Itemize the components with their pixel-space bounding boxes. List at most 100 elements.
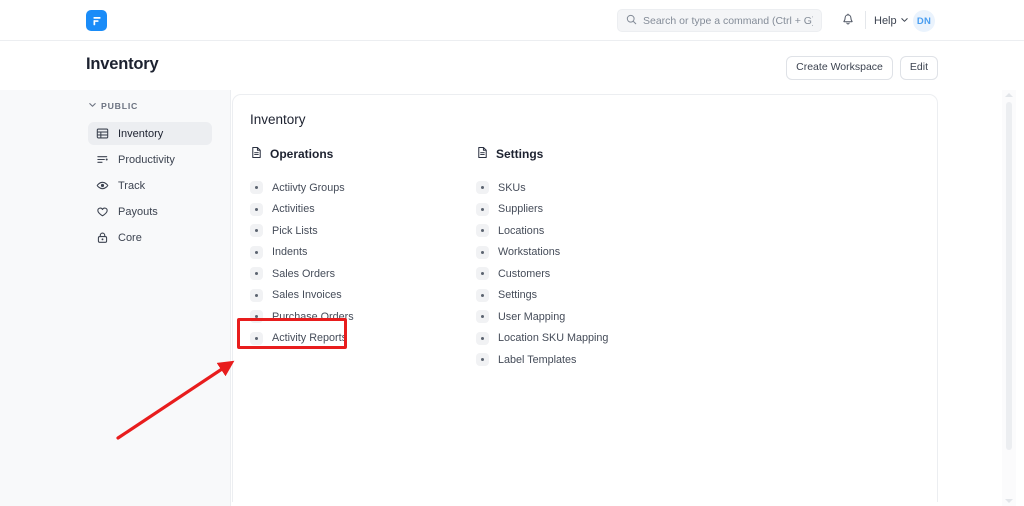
list-item[interactable]: Purchase Orders [250,306,450,328]
list-item-label: Workstations [498,246,561,259]
list-item[interactable]: Indents [250,242,450,264]
sidebar-item-core[interactable]: Core [88,226,212,249]
operations-column: Operations Actiivty Groups Activities Pi… [250,146,450,349]
chevron-down-icon [900,15,909,27]
column-heading-label: Operations [270,147,334,161]
chevron-down-icon [88,100,97,111]
sidebar-item-label: Inventory [118,127,164,140]
bullet-icon [476,267,489,281]
list-item-label: Sales Invoices [272,289,342,302]
list-item[interactable]: Actiivty Groups [250,177,450,199]
bullet-icon [250,267,263,281]
list-item-label: Purchase Orders [272,310,354,323]
sidebar-item-track[interactable]: Track [88,174,212,197]
list-item[interactable]: Label Templates [476,349,676,371]
operations-heading: Operations [250,146,450,162]
topbar-divider [865,11,866,29]
search-icon [626,12,637,30]
column-heading-label: Settings [496,147,544,161]
lock-icon [96,231,109,244]
bullet-icon [476,288,489,302]
page-header: Inventory Create Workspace Edit [0,41,1024,90]
page-header-actions: Create Workspace Edit [786,56,938,80]
list-item[interactable]: Suppliers [476,199,676,221]
sidebar-item-label: Core [118,231,142,244]
filter-lines-icon [96,153,109,166]
app-logo-icon[interactable] [86,10,107,31]
document-icon [250,146,263,162]
sidebar-item-label: Track [118,179,146,192]
list-item[interactable]: Activities [250,199,450,221]
list-item-label: Activities [272,203,315,216]
sidebar-item-inventory[interactable]: Inventory [88,122,212,145]
list-item[interactable]: Workstations [476,242,676,264]
bullet-icon [476,181,489,195]
settings-column: Settings SKUs Suppliers Locations Workst… [476,146,676,371]
bullet-icon [250,288,263,302]
list-item-label: Sales Orders [272,267,336,280]
list-item-activity-reports[interactable]: Activity Reports [250,328,450,350]
sidebar-item-label: Payouts [118,205,158,218]
list-item-label: Locations [498,224,545,237]
list-item[interactable]: Settings [476,285,676,307]
bullet-icon [476,245,489,259]
list-item-label: Location SKU Mapping [498,332,609,345]
scroll-up-arrow-icon[interactable] [1005,93,1013,97]
document-icon [476,146,489,162]
sidebar-item-label: Productivity [118,153,175,166]
sidebar: PUBLIC Inventory Productivity Track Payo… [0,90,231,506]
help-label: Help [874,14,897,27]
notification-bell-icon[interactable] [839,11,857,29]
bullet-icon [476,353,489,367]
list-item[interactable]: Customers [476,263,676,285]
create-workspace-button[interactable]: Create Workspace [786,56,893,80]
eye-icon [96,179,109,192]
sidebar-nav: Inventory Productivity Track Payouts Cor… [88,122,212,252]
heart-icon [96,205,109,218]
bullet-icon [476,331,489,345]
list-item[interactable]: Sales Invoices [250,285,450,307]
sidebar-section-public[interactable]: PUBLIC [88,100,138,111]
bullet-icon [250,331,263,345]
bullet-icon [476,202,489,216]
sidebar-section-label: PUBLIC [101,100,139,111]
card-title: Inventory [250,112,306,127]
vertical-scrollbar[interactable] [1002,90,1016,506]
list-item[interactable]: Location SKU Mapping [476,328,676,350]
page-title: Inventory [86,55,159,73]
user-avatar[interactable]: DN [913,10,935,32]
edit-button[interactable]: Edit [899,56,938,80]
list-item-label: SKUs [498,181,526,194]
global-search-box[interactable] [617,9,822,32]
list-item-label: Customers [498,267,551,280]
bullet-icon [250,245,263,259]
scroll-down-arrow-icon[interactable] [1005,499,1013,503]
bullet-icon [250,224,263,238]
search-input[interactable] [643,14,813,27]
settings-heading: Settings [476,146,676,162]
bullet-icon [476,224,489,238]
help-menu[interactable]: Help [874,12,909,29]
list-item-label: Indents [272,246,308,259]
inventory-card: Inventory Operations Actiivty Groups Act… [232,94,938,502]
sidebar-item-payouts[interactable]: Payouts [88,200,212,223]
list-item[interactable]: User Mapping [476,306,676,328]
scrollbar-track[interactable] [1006,102,1012,494]
sidebar-item-productivity[interactable]: Productivity [88,148,212,171]
list-item[interactable]: Locations [476,220,676,242]
list-item[interactable]: Sales Orders [250,263,450,285]
scrollbar-thumb[interactable] [1006,102,1012,450]
bullet-icon [250,181,263,195]
list-item[interactable]: Pick Lists [250,220,450,242]
bullet-icon [250,310,263,324]
table-grid-icon [96,127,109,140]
app-window: Help DN Inventory Create Workspace Edit … [0,0,1024,506]
content-area: Inventory Operations Actiivty Groups Act… [232,90,1024,506]
list-item-label: Actiivty Groups [272,181,345,194]
list-item-label: Activity Reports [272,332,347,345]
bullet-icon [250,202,263,216]
bullet-icon [476,310,489,324]
list-item-label: User Mapping [498,310,566,323]
list-item-label: Settings [498,289,538,302]
list-item[interactable]: SKUs [476,177,676,199]
